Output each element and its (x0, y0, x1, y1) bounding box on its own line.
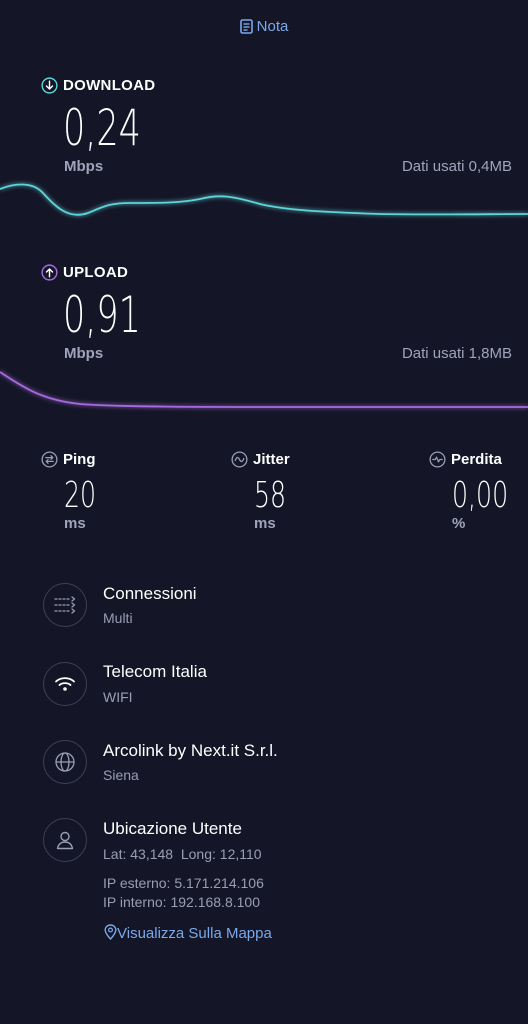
network-provider: Telecom Italia (103, 662, 207, 681)
wifi-icon (55, 677, 75, 691)
upload-speed-value: 0,91 (63, 286, 141, 344)
lat-label: Lat: (103, 846, 127, 862)
lat-value: 43,148 (130, 846, 174, 862)
download-arrow-icon (41, 77, 58, 94)
ping-icon (41, 451, 58, 468)
map-pin-icon (104, 924, 117, 941)
download-title: DOWNLOAD (41, 77, 155, 94)
download-speed-value: 0,24 (63, 99, 141, 157)
upload-graph-line (0, 371, 528, 408)
loss-value: 0,00 (452, 475, 509, 516)
long-label: Long: (180, 846, 216, 862)
ping-label: Ping (41, 451, 96, 468)
upload-arrow-icon (41, 264, 58, 281)
user-icon (56, 831, 74, 850)
ping-value: 20 (64, 475, 97, 516)
packet-loss-icon (429, 451, 446, 468)
nota-label: Nota (256, 18, 289, 35)
jitter-unit: ms (254, 515, 276, 532)
internal-ip: IP interno: 192.168.8.100 (103, 894, 260, 910)
loss-unit: % (452, 515, 466, 532)
jitter-icon (231, 451, 248, 468)
ping-unit: ms (64, 515, 86, 532)
network-type: WIFI (103, 689, 133, 705)
jitter-label-text: Jitter (253, 451, 290, 468)
long-value: 12,110 (219, 846, 262, 862)
user-icon-circle (43, 818, 87, 862)
location-title: Ubicazione Utente (103, 819, 242, 838)
download-graph-line (0, 183, 528, 216)
server-name: Arcolink by Next.it S.r.l. (103, 741, 278, 760)
external-ip: IP esterno: 5.171.214.106 (103, 875, 264, 891)
view-on-map-label: Visualizza Sulla Mappa (117, 925, 272, 942)
upload-graph (0, 371, 528, 408)
upload-title-text: UPLOAD (63, 264, 129, 281)
loss-label: Perdita (429, 451, 502, 468)
connections-value: Multi (103, 610, 133, 626)
view-on-map-link[interactable]: Visualizza Sulla Mappa (104, 924, 272, 942)
jitter-label: Jitter (231, 451, 290, 468)
upload-title: UPLOAD (41, 264, 128, 281)
location-coordinates: Lat: 43,148 Long: 12,110 (103, 846, 262, 862)
jitter-value: 58 (254, 475, 287, 516)
network-icon-circle (43, 662, 87, 706)
download-graph (0, 183, 528, 216)
server-location: Siena (103, 767, 139, 783)
server-icon-circle (43, 740, 87, 784)
connections-icon (54, 596, 76, 614)
download-title-text: DOWNLOAD (63, 77, 156, 94)
ping-label-text: Ping (63, 451, 96, 468)
note-icon (239, 19, 253, 34)
nota-button[interactable]: Nota (0, 18, 528, 35)
globe-icon (55, 752, 75, 772)
connections-icon-circle (43, 583, 87, 627)
connections-title: Connessioni (103, 584, 197, 603)
loss-label-text: Perdita (451, 451, 502, 468)
